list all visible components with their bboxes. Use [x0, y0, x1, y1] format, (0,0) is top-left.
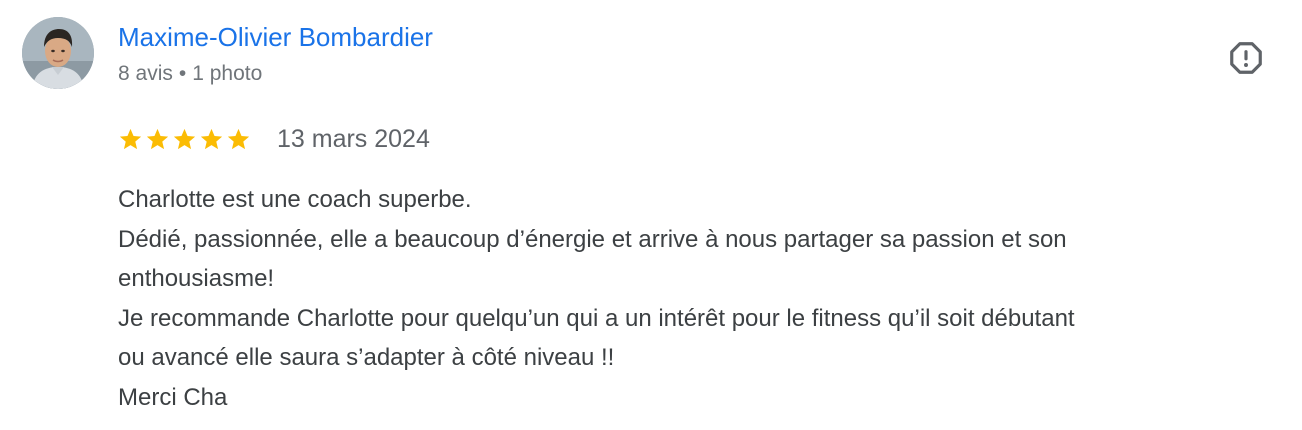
meta-separator: • [178, 62, 187, 85]
avatar[interactable] [22, 17, 94, 89]
report-octagon-icon [1230, 42, 1262, 74]
review-text-line: Charlotte est une coach superbe. [118, 186, 472, 213]
photos-count: 1 photo [192, 62, 263, 85]
review-text: Charlotte est une coach superbe. Dédié, p… [118, 180, 1288, 417]
star-icon [146, 128, 169, 149]
review-text-line: enthousiasme! [118, 265, 275, 292]
star-icon [227, 128, 250, 149]
author-meta: 8 avis • 1 photo [118, 60, 262, 88]
star-icon [200, 128, 223, 149]
review-text-line: Dédié, passionnée, elle a beaucoup d’éne… [118, 225, 1067, 253]
rating-row: 13 mars 2024 [118, 122, 430, 156]
author-name-link[interactable]: Maxime-Olivier Bombardier [118, 20, 433, 54]
review-card: Maxime-Olivier Bombardier 8 avis • 1 photo… [0, 0, 1302, 430]
review-text-line: ou avancé elle saura s’adapter à côté ni… [118, 344, 615, 371]
review-date: 13 mars 2024 [277, 125, 430, 153]
reviews-count: 8 avis [118, 62, 173, 85]
star-icon [119, 128, 142, 149]
review-text-line: Merci Cha [118, 383, 228, 411]
person-avatar-image [22, 17, 94, 89]
report-review-button[interactable] [1226, 38, 1266, 78]
star-rating [118, 127, 251, 152]
review-text-line: Je recommande Charlotte pour quelqu’un q… [118, 304, 1075, 332]
star-icon [173, 128, 196, 149]
